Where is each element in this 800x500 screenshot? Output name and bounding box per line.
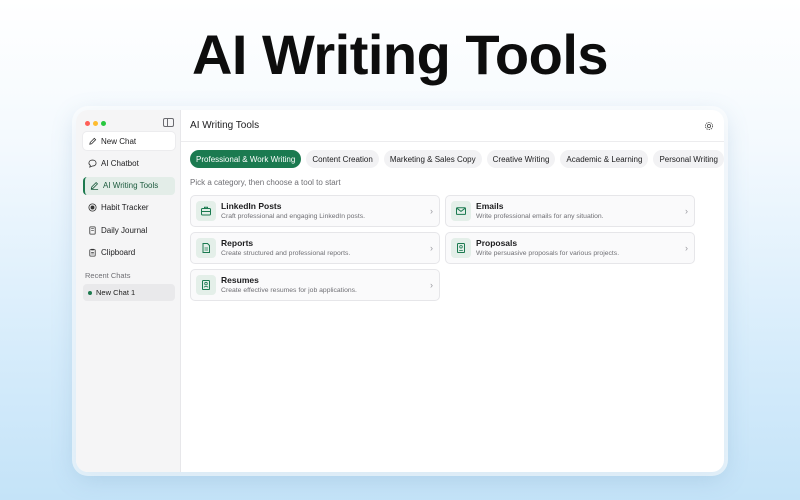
app-window: New Chat AI Chatbot AI Writing Tools Hab…: [76, 110, 724, 472]
pencil-icon: [88, 137, 97, 146]
maximize-window-button[interactable]: [101, 121, 106, 126]
sidebar-item-label: New Chat: [101, 136, 137, 146]
tool-description: Write persuasive proposals for various p…: [476, 249, 620, 257]
tool-description: Write professional emails for any situat…: [476, 212, 604, 220]
tool-card-emails[interactable]: Emails Write professional emails for any…: [445, 195, 696, 227]
sidebar-item-ai-writing-tools[interactable]: AI Writing Tools: [83, 176, 176, 195]
tool-title: Resumes: [221, 274, 259, 285]
chevron-right-icon: ›: [430, 243, 434, 253]
chevron-right-icon: ›: [430, 206, 434, 216]
sidebar-item-label: AI Chatbot: [101, 158, 139, 168]
sidebar-item-label: AI Writing Tools: [103, 181, 159, 191]
tool-description: Create structured and professional repor…: [221, 249, 351, 257]
target-icon: [88, 203, 97, 212]
hero-title: AI Writing Tools: [191, 23, 609, 86]
briefcase-icon: [196, 201, 217, 221]
active-dot-icon: [88, 290, 92, 295]
sidebar-item-label: Clipboard: [101, 247, 136, 257]
tab-content-creation[interactable]: Content Creation: [306, 150, 379, 168]
tool-card-proposals[interactable]: Proposals Write persuasive proposals for…: [445, 232, 696, 264]
gear-icon[interactable]: [704, 121, 714, 131]
tab-academic-learning[interactable]: Academic & Learning: [560, 150, 649, 168]
main-panel: AI Writing Tools Professional & Work Wri…: [181, 110, 724, 472]
proposal-icon: [451, 238, 472, 258]
sidebar-item-label: Daily Journal: [101, 225, 148, 235]
tool-title: Proposals: [476, 237, 518, 248]
chat-bubble-icon: [88, 159, 97, 168]
sidebar-toggle-icon[interactable]: [163, 118, 175, 127]
tool-description: Create effective resumes for job applica…: [221, 286, 357, 294]
tool-title: Emails: [476, 200, 504, 211]
tool-description: Craft professional and engaging LinkedIn…: [221, 212, 365, 220]
sidebar-item-daily-journal[interactable]: Daily Journal: [83, 221, 175, 239]
category-tabs: Professional & Work Writing Content Crea…: [181, 142, 724, 168]
recent-chat-item[interactable]: New Chat 1: [83, 284, 176, 302]
recent-chat-label: New Chat 1: [96, 288, 136, 298]
sidebar-item-new-chat[interactable]: New Chat: [83, 132, 176, 150]
document-icon: [196, 238, 217, 258]
clipboard-icon: [88, 248, 97, 257]
book-icon: [88, 226, 97, 235]
resume-icon: [196, 275, 217, 295]
tab-personal-writing[interactable]: Personal Writing: [653, 150, 724, 168]
recent-chats-heading: Recent Chats: [85, 271, 131, 281]
main-header: AI Writing Tools: [181, 110, 724, 142]
tab-marketing-sales-copy[interactable]: Marketing & Sales Copy: [383, 150, 482, 168]
tool-card-reports[interactable]: Reports Create structured and profession…: [190, 232, 441, 264]
pen-icon: [90, 181, 99, 190]
sidebar-item-habit-tracker[interactable]: Habit Tracker: [83, 199, 175, 217]
page-title: AI Writing Tools: [190, 120, 260, 131]
minimize-window-button[interactable]: [93, 121, 98, 126]
sidebar-item-label: Habit Tracker: [101, 203, 149, 213]
close-window-button[interactable]: [85, 121, 90, 126]
tab-professional-work-writing[interactable]: Professional & Work Writing: [190, 150, 302, 168]
tool-card-resumes[interactable]: Resumes Create effective resumes for job…: [190, 269, 441, 301]
tool-card-linkedin-posts[interactable]: LinkedIn Posts Craft professional and en…: [190, 195, 441, 227]
tool-title: Reports: [221, 237, 254, 248]
tool-grid: LinkedIn Posts Craft professional and en…: [190, 195, 724, 301]
tool-title: LinkedIn Posts: [221, 200, 282, 211]
sidebar-item-clipboard[interactable]: Clipboard: [83, 243, 175, 261]
tab-creative-writing[interactable]: Creative Writing: [486, 150, 556, 168]
window-controls: [85, 121, 106, 126]
sidebar: New Chat AI Chatbot AI Writing Tools Hab…: [76, 110, 182, 472]
chevron-right-icon: ›: [430, 280, 434, 290]
chevron-right-icon: ›: [685, 206, 689, 216]
envelope-icon: [451, 201, 472, 221]
sidebar-item-ai-chatbot[interactable]: AI Chatbot: [83, 154, 175, 172]
chevron-right-icon: ›: [685, 243, 689, 253]
instruction-text: Pick a category, then choose a tool to s…: [190, 178, 341, 187]
